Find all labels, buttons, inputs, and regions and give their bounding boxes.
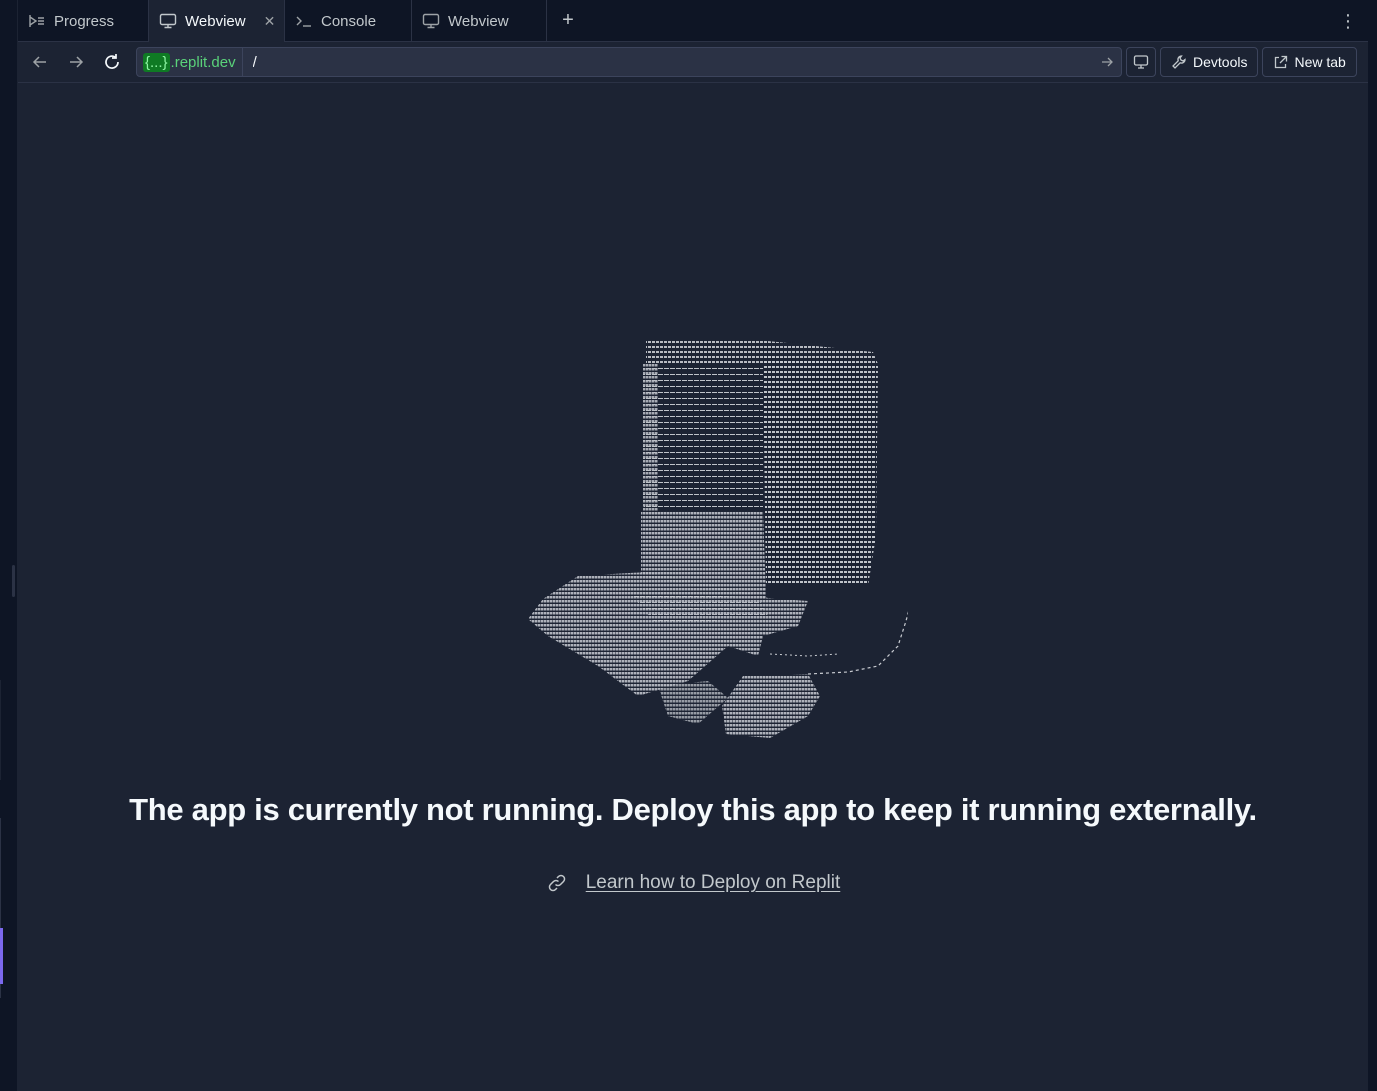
go-button[interactable] bbox=[1093, 48, 1121, 76]
right-edge bbox=[1368, 0, 1377, 1091]
screen-icon bbox=[1133, 55, 1149, 69]
wrench-icon bbox=[1172, 55, 1186, 69]
url-host-pill: {...} bbox=[143, 52, 170, 72]
terminal-icon bbox=[295, 12, 313, 30]
gutter-divider bbox=[0, 680, 1, 780]
device-preview-button[interactable] bbox=[1126, 47, 1156, 77]
arrow-left-icon bbox=[32, 56, 46, 68]
tab-label: Webview bbox=[185, 12, 246, 30]
tab-bar: Progress Webview ✕ Console Webview + ⋮ bbox=[18, 0, 1368, 42]
tab-webview[interactable]: Webview bbox=[412, 0, 547, 42]
external-link-icon bbox=[1275, 55, 1288, 68]
page-title: The app is currently not running. Deploy… bbox=[129, 792, 1257, 827]
learn-deploy-link[interactable]: Learn how to Deploy on Replit bbox=[586, 872, 841, 894]
webview-content: The app is currently not running. Deploy… bbox=[18, 84, 1368, 1091]
monitor-icon bbox=[159, 12, 177, 30]
ascii-art-image bbox=[528, 340, 908, 738]
link-icon bbox=[546, 872, 568, 894]
new-tab-button[interactable]: New tab bbox=[1262, 47, 1357, 77]
arrow-right-icon bbox=[1102, 57, 1113, 67]
tab-console[interactable]: Console bbox=[285, 0, 412, 42]
reload-button[interactable] bbox=[96, 46, 128, 78]
progress-icon bbox=[28, 12, 46, 30]
devtools-label: Devtools bbox=[1193, 54, 1248, 70]
monitor-icon bbox=[422, 12, 440, 30]
arrow-right-icon bbox=[70, 56, 84, 68]
url-bar[interactable]: {...} .replit.dev bbox=[136, 47, 1122, 77]
webview-panel: Progress Webview ✕ Console Webview + ⋮ {… bbox=[18, 0, 1368, 1091]
close-icon[interactable]: ✕ bbox=[264, 13, 276, 30]
gutter-accent bbox=[0, 928, 3, 984]
url-host: {...} .replit.dev bbox=[137, 48, 243, 76]
tab-label: Webview bbox=[448, 12, 509, 30]
tab-progress[interactable]: Progress bbox=[18, 0, 149, 42]
url-host-domain: .replit.dev bbox=[170, 53, 236, 71]
new-tab-label: New tab bbox=[1294, 54, 1346, 70]
reload-icon bbox=[105, 54, 119, 69]
learn-link-row: Learn how to Deploy on Replit bbox=[18, 872, 1368, 894]
url-path-input[interactable] bbox=[242, 48, 1093, 76]
tab-label: Progress bbox=[54, 12, 115, 30]
left-gutter bbox=[0, 0, 18, 1091]
resize-handle[interactable] bbox=[12, 565, 15, 597]
tab-label: Console bbox=[321, 12, 377, 30]
add-tab-button[interactable]: + bbox=[547, 0, 589, 41]
back-button[interactable] bbox=[24, 46, 56, 78]
forward-button[interactable] bbox=[60, 46, 92, 78]
devtools-button[interactable]: Devtools bbox=[1160, 47, 1259, 77]
browser-toolbar: {...} .replit.dev Devtools bbox=[18, 42, 1368, 83]
more-vertical-icon[interactable]: ⋮ bbox=[1336, 0, 1360, 42]
tab-webview-active[interactable]: Webview ✕ bbox=[149, 0, 285, 42]
